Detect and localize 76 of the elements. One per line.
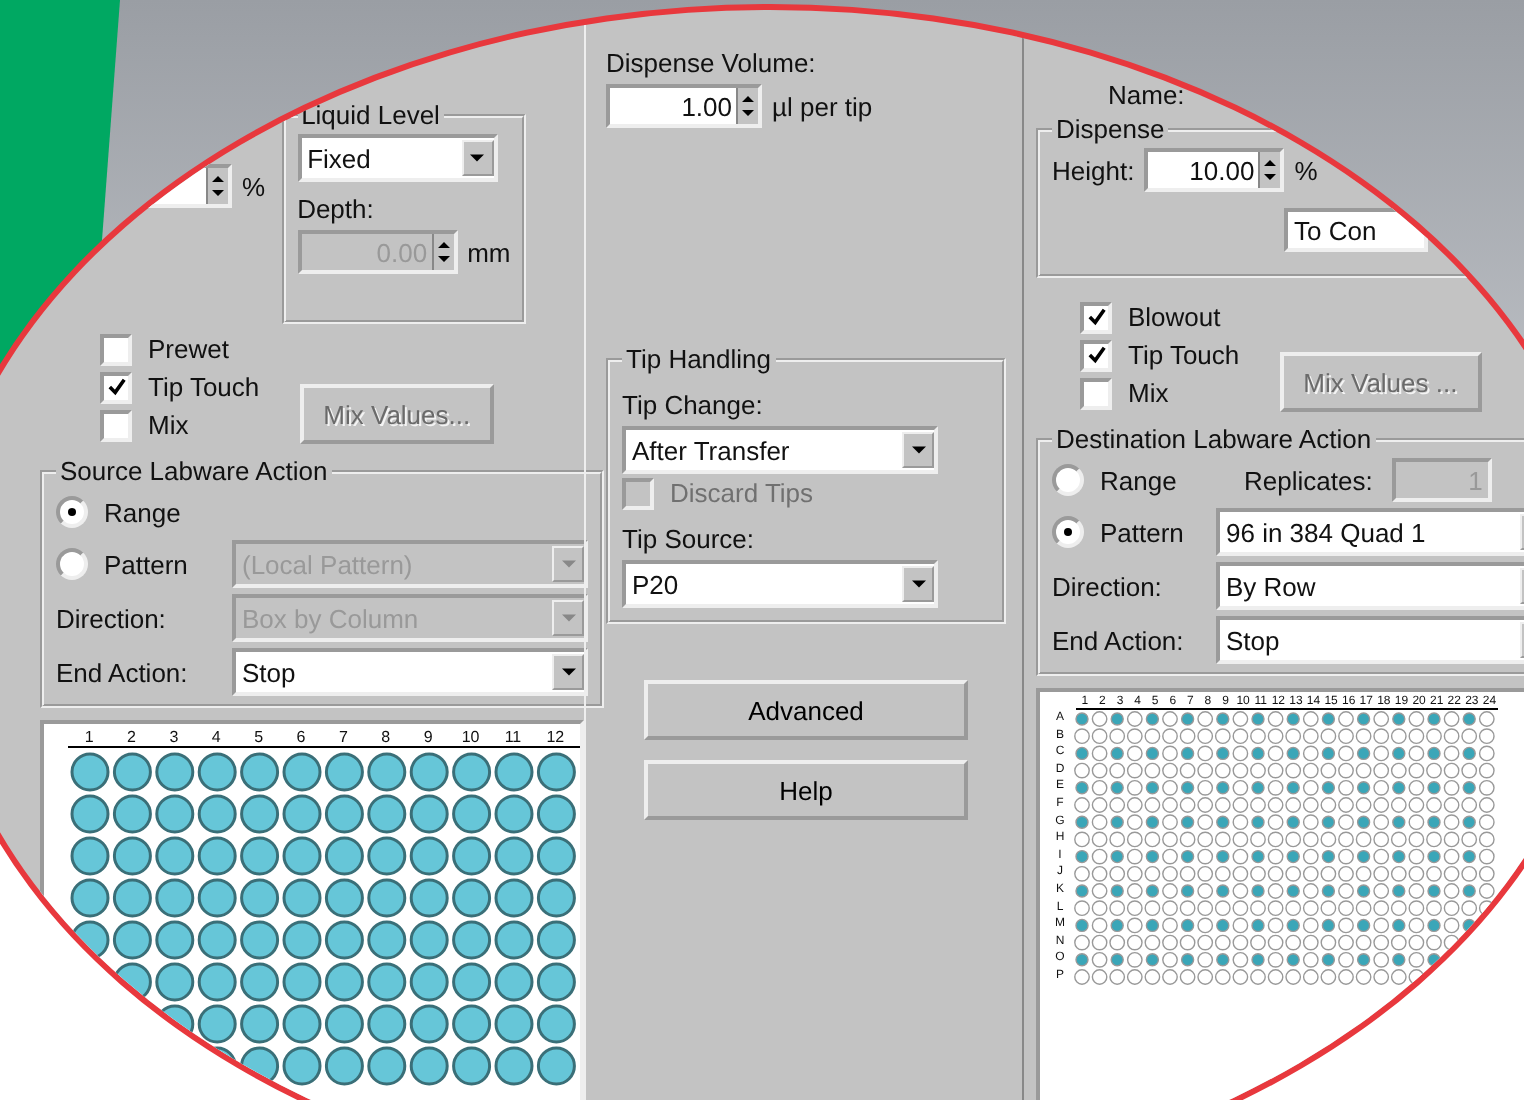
column-number: 9 <box>421 728 435 746</box>
radio-button[interactable] <box>1052 464 1084 496</box>
direction-label: Direction: <box>1052 571 1164 601</box>
column-number: 11 <box>502 728 524 746</box>
depth-label: Depth: <box>297 194 376 224</box>
tip-change-label: Tip Change: <box>622 390 765 420</box>
column-number: 3 <box>167 728 181 746</box>
dropdown-arrow-icon[interactable] <box>470 154 485 162</box>
checkbox-label: Prewet <box>148 334 229 364</box>
checkbox-label: Discard Tips <box>670 478 814 508</box>
column-number: 8 <box>379 728 393 746</box>
column-number: 7 <box>336 728 350 746</box>
dropdown[interactable]: Stop <box>232 648 588 696</box>
end-action-label: End Action: <box>56 657 190 687</box>
column-number: 12 <box>544 728 567 746</box>
column-number: 1 <box>82 728 96 746</box>
unit-label: % <box>242 171 266 201</box>
spin-arrows-icon[interactable] <box>206 168 228 204</box>
radio-button[interactable] <box>56 496 88 528</box>
checkbox-label: Tip Touch <box>1128 340 1240 370</box>
checkbox[interactable] <box>1080 339 1112 371</box>
checkbox[interactable] <box>1080 301 1112 333</box>
volume-label: Dispense Volume: <box>606 48 818 78</box>
tip-source-label: Tip Source: <box>622 524 756 554</box>
column-number: 6 <box>294 728 308 746</box>
checkbox[interactable] <box>100 409 132 441</box>
unit-label: % <box>1294 155 1318 185</box>
dispense-mode-field[interactable]: To Con <box>1284 208 1428 252</box>
dropdown[interactable]: After Transfer <box>622 426 938 474</box>
group-title: Destination Labware Action <box>1054 424 1374 454</box>
radio-label: Range <box>104 497 181 527</box>
dropdown[interactable]: By Row <box>1216 562 1524 610</box>
column-number: 4 <box>209 728 223 746</box>
name-label: Name: <box>1108 80 1187 110</box>
dropdown-arrow-icon[interactable] <box>911 580 925 588</box>
checkbox[interactable] <box>1080 377 1112 409</box>
column-number: 2 <box>125 728 138 746</box>
spin-arrows-icon[interactable] <box>431 234 454 270</box>
checkbox-label: Mix <box>1128 378 1169 408</box>
dropdown[interactable]: P20 <box>622 560 938 608</box>
checkbox[interactable] <box>100 371 132 403</box>
dropdown[interactable]: 96 in 384 Quad 1 <box>1216 508 1524 556</box>
dialog-button[interactable]: Advanced <box>644 680 968 740</box>
group-title: Dispense <box>1054 114 1167 144</box>
checkmark-icon <box>1087 346 1105 364</box>
checkmark-icon <box>1087 308 1105 326</box>
dropdown[interactable]: Fixed <box>297 134 498 182</box>
column-number: 10 <box>459 728 482 746</box>
dropdown-arrow-icon[interactable] <box>911 446 925 454</box>
radio-button[interactable] <box>1052 516 1084 548</box>
dropdown[interactable]: Stop <box>1216 616 1524 664</box>
spin-arrows-icon[interactable] <box>1258 152 1281 188</box>
dialog-button[interactable]: Help <box>644 760 968 820</box>
radio-label: Range <box>1100 465 1177 495</box>
radio-button[interactable] <box>56 548 88 580</box>
replicates-label: Replicates: <box>1244 465 1373 495</box>
dropdown-arrow-icon[interactable] <box>561 668 575 676</box>
checkmark-icon <box>107 378 125 396</box>
radio-label: Pattern <box>1100 517 1184 547</box>
end-action-label: End Action: <box>1052 625 1186 655</box>
direction-label: Direction: <box>56 603 168 633</box>
height-label: Height: <box>1052 155 1135 185</box>
unit-label: µl per tip <box>772 91 873 121</box>
checkbox-label: Blowout <box>1128 302 1221 332</box>
group-title: Liquid Level <box>299 100 442 130</box>
group-title: Tip Handling <box>624 344 774 374</box>
checkbox[interactable] <box>100 333 132 365</box>
unit-label: mm <box>467 237 511 267</box>
column-number: 5 <box>252 728 266 746</box>
checkbox-label: Tip Touch <box>148 372 260 402</box>
volume-field[interactable]: 1.00 <box>606 84 762 128</box>
checkbox-label: Mix <box>148 410 189 440</box>
height-field[interactable]: 10.00 <box>1144 148 1285 192</box>
radio-label: Pattern <box>104 549 188 579</box>
spin-arrows-icon[interactable] <box>736 88 758 124</box>
group-title: Source Labware Action <box>58 456 330 486</box>
